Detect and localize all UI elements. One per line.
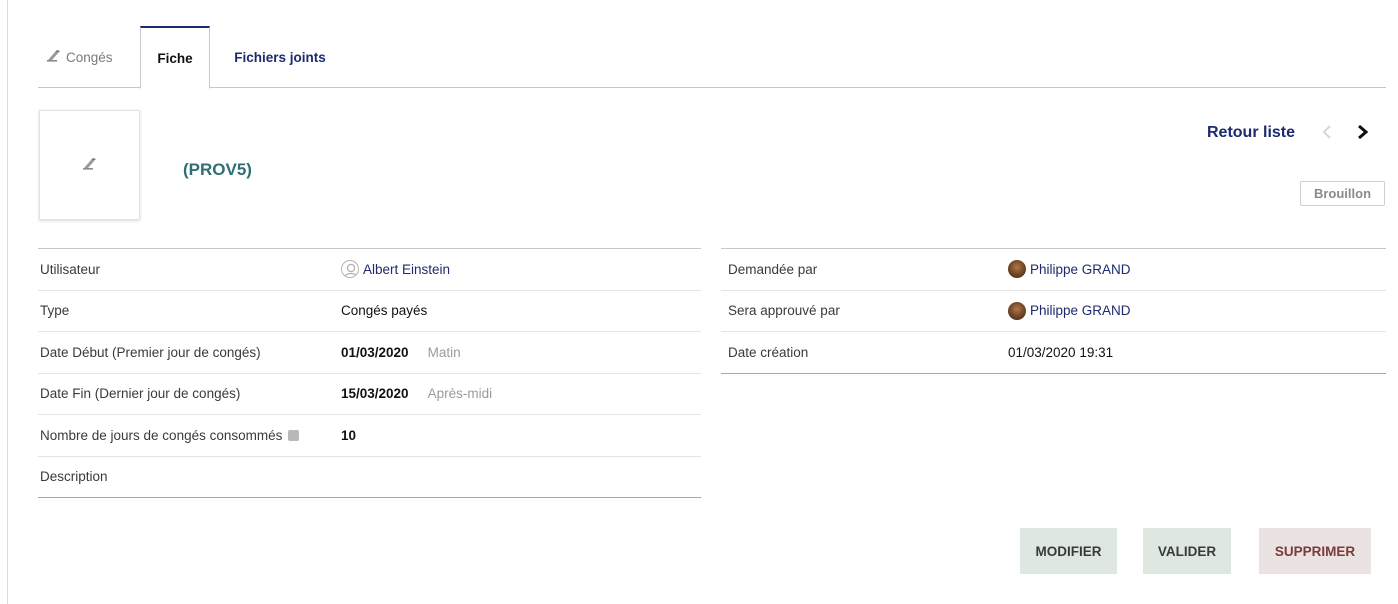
creation-date: 01/03/2020 19:31 bbox=[1008, 344, 1114, 360]
user-link[interactable]: Philippe GRAND bbox=[1030, 303, 1131, 318]
previous-record-icon[interactable] bbox=[1322, 124, 1332, 143]
tab-fichiers-joints-label: Fichiers joints bbox=[234, 49, 326, 65]
field-row-description: Description bbox=[38, 457, 701, 498]
field-label: Type bbox=[40, 303, 70, 319]
field-label: Date Début (Premier jour de congés) bbox=[40, 344, 261, 360]
field-label: Demandée par bbox=[728, 261, 818, 277]
field-label: Nombre de jours de congés consommés bbox=[40, 427, 283, 443]
user-link[interactable]: Albert Einstein bbox=[363, 262, 450, 277]
field-value: 01/03/2020 19:31 bbox=[1008, 345, 1113, 360]
field-value: Congés payés bbox=[341, 303, 427, 318]
record-ref: (PROV5) bbox=[183, 160, 252, 179]
tab-fiche[interactable]: Fiche bbox=[140, 26, 210, 89]
details-table-right: Demandée par Philippe GRAND Sera approuv… bbox=[721, 248, 1386, 374]
field-label: Date Fin (Dernier jour de congés) bbox=[40, 386, 241, 402]
back-to-list-link[interactable]: Retour liste bbox=[1207, 124, 1295, 142]
next-record-icon[interactable] bbox=[1357, 124, 1369, 143]
start-half-day: Matin bbox=[427, 344, 461, 360]
field-row-date-fin: Date Fin (Dernier jour de congés) 15/03/… bbox=[38, 374, 701, 415]
tab-fichiers-joints[interactable]: Fichiers joints bbox=[224, 26, 336, 88]
start-date: 01/03/2020 bbox=[341, 344, 409, 360]
help-icon[interactable] bbox=[288, 429, 300, 441]
validate-button[interactable]: VALIDER bbox=[1143, 528, 1231, 574]
field-row-date-debut: Date Début (Premier jour de congés) 01/0… bbox=[38, 332, 701, 374]
tab-fiche-label: Fiche bbox=[157, 50, 193, 66]
tab-bar: Congés Fiche Fichiers joints bbox=[38, 26, 1386, 89]
page-left-border bbox=[7, 0, 8, 604]
field-row-nombre-jours: Nombre de jours de congés consommés 10 bbox=[38, 415, 701, 457]
status-badge: Brouillon bbox=[1300, 181, 1385, 206]
user-avatar-icon bbox=[1008, 260, 1026, 279]
field-row-approuve-par: Sera approuvé par Philippe GRAND bbox=[721, 291, 1386, 332]
tab-conges-label: Congés bbox=[66, 49, 113, 65]
field-value: 01/03/2020 Matin bbox=[341, 345, 461, 360]
details-table-left: Utilisateur Albert Einstein Type Congés … bbox=[38, 248, 701, 498]
field-row-type: Type Congés payés bbox=[38, 291, 701, 332]
field-row-demandee-par: Demandée par Philippe GRAND bbox=[721, 249, 1386, 291]
field-label: Date création bbox=[728, 344, 809, 360]
field-row-date-creation: Date création 01/03/2020 19:31 bbox=[721, 332, 1386, 374]
field-label: Description bbox=[40, 469, 108, 485]
field-value: Philippe GRAND bbox=[1008, 260, 1131, 279]
user-avatar-icon bbox=[341, 260, 359, 279]
record-thumbnail bbox=[39, 110, 140, 220]
field-value: 10 bbox=[341, 428, 356, 443]
end-date: 15/03/2020 bbox=[341, 386, 409, 402]
field-label: Sera approuvé par bbox=[728, 303, 840, 319]
user-avatar-icon bbox=[1008, 301, 1026, 320]
field-label: Utilisateur bbox=[40, 261, 101, 277]
modify-button[interactable]: MODIFIER bbox=[1020, 528, 1117, 574]
field-value: 15/03/2020 Après-midi bbox=[341, 386, 492, 401]
days-count: 10 bbox=[341, 427, 357, 443]
leave-type: Congés payés bbox=[341, 303, 428, 319]
end-half-day: Après-midi bbox=[427, 386, 493, 402]
field-value: Philippe GRAND bbox=[1008, 301, 1131, 320]
field-value: Albert Einstein bbox=[341, 260, 450, 279]
user-link[interactable]: Philippe GRAND bbox=[1030, 262, 1131, 277]
delete-button[interactable]: SUPPRIMER bbox=[1259, 528, 1371, 574]
leave-icon bbox=[46, 49, 62, 66]
leave-icon bbox=[82, 157, 98, 174]
tab-conges[interactable]: Congés bbox=[38, 26, 138, 88]
field-row-utilisateur: Utilisateur Albert Einstein bbox=[38, 249, 701, 291]
